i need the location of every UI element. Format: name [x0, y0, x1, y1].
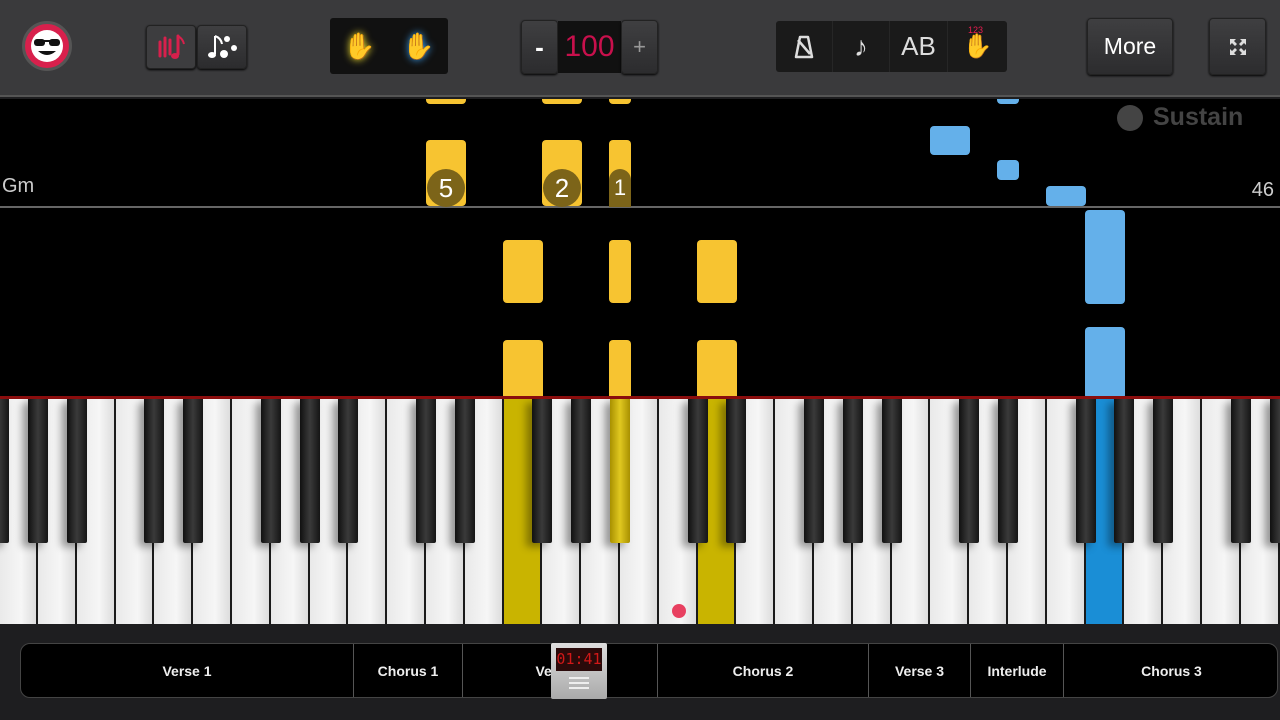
left-hand-note — [503, 240, 543, 303]
black-key[interactable] — [454, 399, 475, 543]
black-key[interactable] — [1114, 399, 1135, 543]
black-key[interactable] — [959, 399, 980, 543]
black-key[interactable] — [66, 399, 87, 543]
right-hand-note — [930, 126, 970, 155]
piano-keyboard — [0, 396, 1280, 624]
black-key[interactable] — [842, 399, 863, 543]
chord-label: Gm — [2, 175, 35, 197]
black-key[interactable] — [804, 399, 824, 543]
sustain-label: Sustain — [1153, 103, 1244, 131]
note-button[interactable]: ♪ — [833, 21, 890, 72]
fullscreen-icon — [1229, 38, 1246, 55]
left-hand-note — [609, 340, 631, 396]
section-chorus-3[interactable]: Chorus 3 — [1064, 644, 1277, 697]
black-key[interactable] — [1230, 399, 1251, 543]
right-hand-note — [1046, 186, 1086, 206]
left-hand-button[interactable]: ✋ — [330, 18, 389, 74]
black-key[interactable] — [416, 399, 436, 543]
right-hand-note — [1085, 210, 1125, 304]
metronome-icon — [794, 35, 814, 58]
tempo-decrease-button[interactable]: - — [521, 20, 558, 74]
black-key[interactable] — [0, 399, 10, 543]
section-verse-3[interactable]: Verse 3 — [869, 644, 971, 697]
section-verse-1[interactable]: Verse 1 — [21, 644, 354, 697]
mode-hand-note-button[interactable] — [146, 25, 196, 69]
section-bar: Verse 1Chorus 1Verse 2Chorus 2Verse 3Int… — [20, 643, 1278, 698]
left-hand-note — [697, 240, 737, 303]
black-key[interactable] — [1269, 399, 1280, 543]
tools-group: ♪ AB ✋ 123 — [776, 21, 1007, 72]
sustain-dot-icon — [1117, 104, 1143, 131]
notes-dots-icon — [208, 35, 237, 58]
finger-number: 5 — [427, 169, 465, 207]
fingering-button[interactable]: ✋ 123 — [948, 21, 1007, 72]
section-chorus-1[interactable]: Chorus 1 — [354, 644, 463, 697]
left-hand-note — [503, 340, 543, 396]
black-key[interactable] — [144, 399, 165, 543]
measure-line — [0, 206, 1280, 208]
playhead-time: 01:41 — [556, 648, 602, 671]
hand-selector: ✋ ✋ — [330, 18, 448, 74]
key-marker-dot — [672, 604, 686, 618]
black-key[interactable] — [338, 399, 359, 543]
black-key[interactable] — [28, 399, 48, 543]
black-key[interactable] — [260, 399, 281, 543]
measure-number: 46 — [1251, 179, 1274, 201]
toolbar: ✋ ✋ - 100 + ♪ AB ✋ 123 More — [0, 0, 1280, 97]
black-key[interactable] — [532, 399, 553, 543]
music-note-icon: ♪ — [854, 30, 868, 62]
right-hand-button[interactable]: ✋ — [389, 18, 448, 74]
right-hand-note — [997, 160, 1019, 180]
black-key[interactable] — [610, 399, 630, 543]
playhead-scrubber[interactable]: 01:41 — [551, 643, 607, 699]
fingering-hand-icon: ✋ — [962, 33, 993, 60]
black-key[interactable] — [726, 399, 747, 543]
fingering-digits: 123 — [968, 25, 984, 35]
black-key[interactable] — [1075, 399, 1096, 543]
logo-icon[interactable] — [22, 21, 72, 71]
right-hand-note — [1085, 327, 1125, 396]
black-key[interactable] — [998, 399, 1018, 543]
section-chorus-2[interactable]: Chorus 2 — [658, 644, 869, 697]
left-hand-note — [609, 99, 631, 104]
fullscreen-button[interactable] — [1209, 18, 1266, 75]
right-hand-icon: ✋ — [402, 30, 435, 61]
black-key[interactable] — [571, 399, 592, 543]
finger-number: 1 — [609, 169, 631, 207]
black-key[interactable] — [183, 399, 204, 543]
black-key[interactable] — [1153, 399, 1174, 543]
grip-icon — [569, 677, 589, 689]
more-button[interactable]: More — [1087, 18, 1173, 75]
mode-notes-button[interactable] — [197, 25, 247, 69]
ab-loop-button[interactable]: AB — [890, 21, 948, 72]
sustain-indicator[interactable]: Sustain — [1117, 103, 1243, 132]
black-key[interactable] — [299, 399, 320, 543]
left-hand-icon: ✋ — [343, 30, 376, 61]
tempo-value: 100 — [558, 21, 621, 73]
left-hand-note — [426, 99, 466, 104]
note-roll: Gm 46 Sustain 5 21 — [0, 99, 1280, 396]
left-hand-note — [609, 240, 631, 303]
black-key[interactable] — [687, 399, 708, 543]
left-hand-note — [697, 340, 737, 396]
black-key[interactable] — [881, 399, 902, 543]
finger-number: 2 — [543, 169, 581, 207]
right-hand-note — [997, 99, 1019, 104]
tempo-increase-button[interactable]: + — [621, 20, 658, 74]
left-hand-note — [542, 99, 582, 104]
section-interlude[interactable]: Interlude — [971, 644, 1064, 697]
hand-note-icon — [158, 34, 185, 59]
metronome-button[interactable] — [776, 21, 833, 72]
